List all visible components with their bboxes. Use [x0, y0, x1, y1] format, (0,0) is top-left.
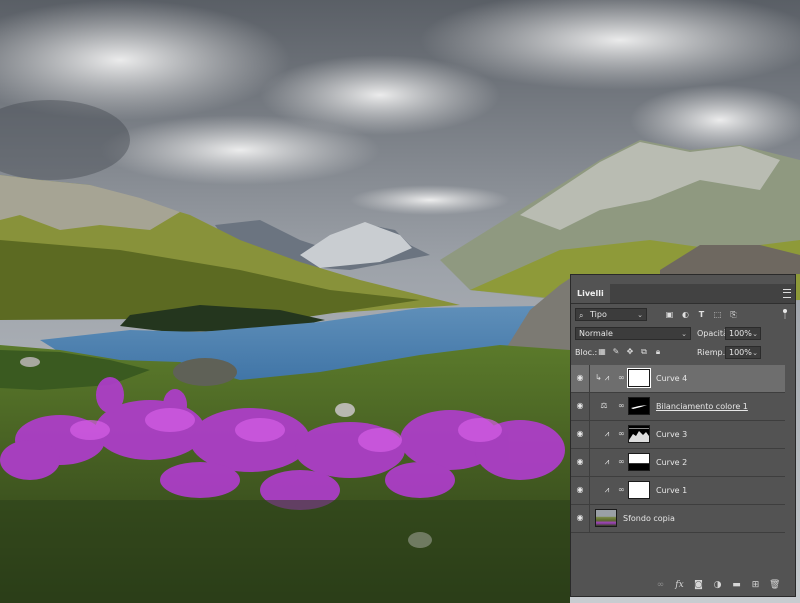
adjustment-layer-icon[interactable]: ◑	[712, 580, 723, 591]
layer-row-curve-3[interactable]: ◉ ⩘ ∞ Curve 3	[571, 421, 785, 449]
link-chain-icon[interactable]: ∞	[618, 485, 625, 495]
link-chain-icon[interactable]: ∞	[618, 373, 625, 383]
layer-row-sfondo-copia[interactable]: ◉ Sfondo copia	[571, 505, 785, 533]
chevron-down-icon: ⌄	[752, 349, 758, 357]
filter-type-icon[interactable]: T	[697, 310, 706, 319]
lock-artboard-icon[interactable]: ⧉	[639, 347, 649, 357]
divider	[589, 505, 590, 532]
link-chain-icon[interactable]: ∞	[618, 457, 625, 467]
link-layers-icon[interactable]: ∞	[655, 580, 666, 591]
panel-tab-row: Livelli	[571, 284, 795, 304]
blend-row: Normale ⌄ Opacità: 100% ⌄	[575, 327, 793, 341]
layer-name[interactable]: Curve 4	[656, 374, 687, 384]
layer-mask-thumbnail[interactable]	[627, 368, 651, 388]
layer-name[interactable]: Curve 2	[656, 458, 687, 468]
filter-toggle-icon[interactable]	[783, 309, 787, 319]
delete-layer-icon[interactable]: 🗑︎	[769, 580, 780, 591]
search-icon: ⌕	[579, 311, 584, 320]
layer-row-curve-2[interactable]: ◉ ⩘ ∞ Curve 2	[571, 449, 785, 477]
filter-pixel-icon[interactable]: ▣	[665, 310, 674, 319]
chevron-down-icon: ⌄	[681, 330, 687, 338]
divider	[589, 421, 590, 448]
lock-all-icon[interactable]: 🔒︎	[653, 347, 663, 357]
layer-name[interactable]: Curve 1	[656, 486, 687, 496]
link-chain-icon[interactable]: ∞	[618, 401, 625, 411]
divider	[589, 449, 590, 476]
layer-filter-row: ⌕ Tipo ⌄ ▣ ◐ T ⬚ ⎘	[575, 308, 793, 322]
divider	[589, 477, 590, 504]
visibility-eye-icon[interactable]: ◉	[575, 402, 585, 410]
visibility-eye-icon[interactable]: ◉	[575, 486, 585, 494]
curves-adjustment-icon[interactable]: ⩘	[602, 457, 612, 467]
mask-mountains-graphic	[629, 428, 649, 442]
layer-row-curve-1[interactable]: ◉ ⩘ ∞ Curve 1	[571, 477, 785, 505]
clip-arrow-icon: ↳	[595, 373, 602, 382]
blend-mode-dropdown[interactable]: Normale ⌄	[575, 327, 691, 340]
opacity-value: 100%	[729, 329, 752, 338]
color-balance-adjustment-icon[interactable]: ⚖	[597, 401, 611, 411]
layer-filter-dropdown[interactable]: ⌕ Tipo ⌄	[575, 308, 647, 321]
layer-row-color-balance-1[interactable]: ◉ ⚖ ∞ Bilanciamento colore 1	[571, 393, 785, 421]
layer-mask-thumbnail[interactable]	[628, 453, 650, 471]
lock-label: Bloc.:	[575, 348, 598, 357]
curves-adjustment-icon[interactable]: ⩘	[602, 429, 612, 439]
layers-bottom-toolbar: ∞ fx ◙ ◑ ▬ ⊞ 🗑︎	[571, 576, 795, 596]
layer-row-curve-4[interactable]: ◉ ↳ ⩘ ∞ Curve 4	[571, 365, 785, 393]
layers-panel: Livelli ⌕ Tipo ⌄ ▣ ◐ T ⬚ ⎘ Normale ⌄ Opa…	[570, 274, 796, 597]
layers-scrollbar[interactable]	[785, 365, 795, 573]
link-chain-icon[interactable]: ∞	[618, 429, 625, 439]
layer-name[interactable]: Sfondo copia	[623, 514, 675, 524]
visibility-eye-icon[interactable]: ◉	[575, 514, 585, 522]
chevron-down-icon: ⌄	[637, 311, 643, 319]
fill-field[interactable]: 100% ⌄	[725, 346, 761, 359]
fill-label: Riemp.:	[697, 348, 728, 357]
fx-icon[interactable]: fx	[674, 580, 685, 591]
lock-image-icon[interactable]: ✎	[611, 347, 621, 357]
layer-name[interactable]: Curve 3	[656, 430, 687, 440]
visibility-eye-icon[interactable]: ◉	[575, 458, 585, 466]
panel-menu-icon[interactable]	[783, 289, 791, 298]
layer-thumbnail[interactable]	[595, 509, 617, 527]
opacity-field[interactable]: 100% ⌄	[725, 327, 761, 340]
layer-mask-thumbnail[interactable]	[628, 481, 650, 499]
new-layer-icon[interactable]: ⊞	[750, 580, 761, 591]
layer-name[interactable]: Bilanciamento colore 1	[656, 402, 748, 412]
tab-layers[interactable]: Livelli	[571, 284, 610, 303]
chevron-down-icon: ⌄	[752, 330, 758, 338]
lock-position-icon[interactable]: ✥	[625, 347, 635, 357]
lock-transparency-icon[interactable]: ▦	[597, 347, 607, 357]
fill-value: 100%	[729, 348, 752, 357]
divider	[589, 393, 590, 420]
mask-streak-graphic	[631, 405, 647, 409]
layer-mask-thumbnail[interactable]	[628, 425, 650, 443]
new-group-icon[interactable]: ▬	[731, 580, 742, 591]
filter-shape-icon[interactable]: ⬚	[713, 310, 722, 319]
blend-mode-value: Normale	[579, 329, 613, 338]
curves-adjustment-icon[interactable]: ⩘	[602, 373, 612, 383]
filter-adjustment-icon[interactable]: ◐	[681, 310, 690, 319]
add-mask-icon[interactable]: ◙	[693, 580, 704, 591]
filter-smart-object-icon[interactable]: ⎘	[729, 310, 738, 319]
visibility-eye-icon[interactable]: ◉	[575, 430, 585, 438]
layer-mask-thumbnail[interactable]	[628, 397, 650, 415]
visibility-eye-icon[interactable]: ◉	[575, 374, 585, 382]
filter-label: Tipo	[590, 310, 607, 319]
lock-row: Bloc.: ▦ ✎ ✥ ⧉ 🔒︎ Riemp.: 100% ⌄	[575, 346, 793, 360]
curves-adjustment-icon[interactable]: ⩘	[602, 485, 612, 495]
divider	[589, 365, 590, 392]
